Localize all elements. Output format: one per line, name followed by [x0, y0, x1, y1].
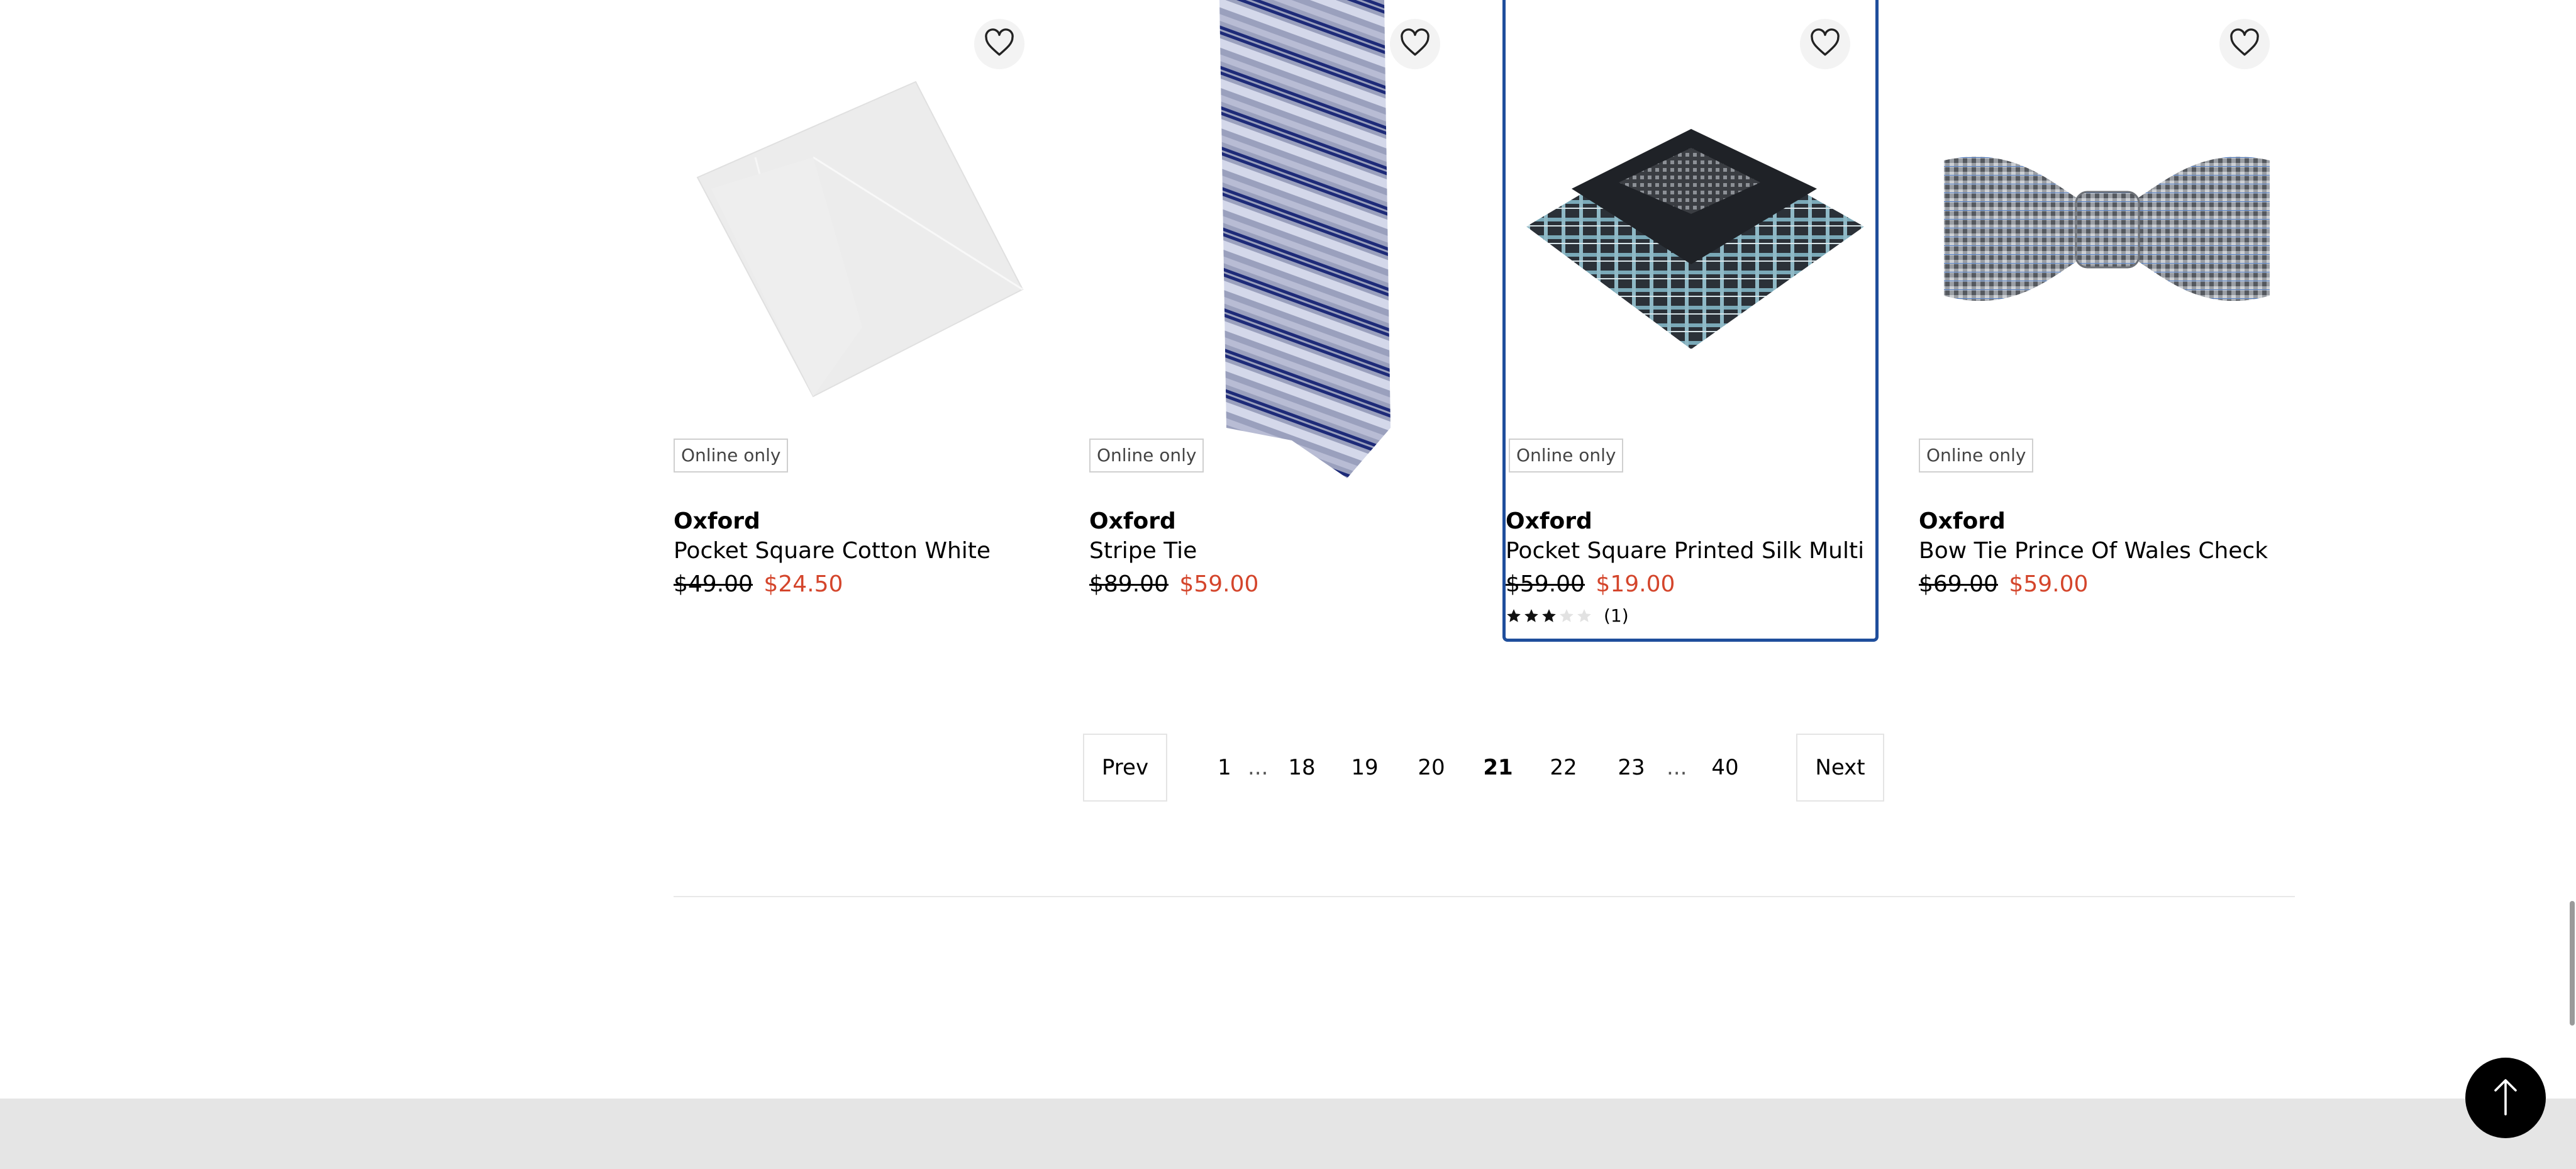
page-link[interactable]: 22 — [1545, 734, 1582, 802]
star-filled-icon — [1542, 608, 1556, 622]
product-grid: Online only Oxford Pocket Square Cotton … — [674, 0, 2295, 642]
product-card[interactable]: Online only Oxford Bow Tie Prince Of Wal… — [1919, 0, 2295, 642]
star-filled-icon — [1524, 608, 1538, 622]
next-page-button[interactable]: Next — [1796, 734, 1884, 802]
product-image-pocket-square-silk[interactable] — [1502, 0, 1879, 478]
page-link[interactable]: 18 — [1283, 734, 1321, 802]
product-card[interactable]: Online only Oxford Stripe Tie $89.00 $59… — [1089, 0, 1465, 642]
product-card[interactable]: Online only Oxford Pocket Square Cotton … — [674, 0, 1050, 642]
prev-page-button[interactable]: Prev — [1083, 734, 1167, 802]
pagination-ellipsis: ... — [1248, 755, 1269, 780]
sale-price: $24.50 — [763, 571, 843, 597]
section-divider — [674, 896, 2295, 897]
original-price: $49.00 — [674, 571, 753, 597]
arrow-up-icon — [2492, 1077, 2519, 1119]
heart-outline-icon — [1399, 28, 1431, 60]
product-prices: $59.00 $19.00 — [1506, 571, 1675, 597]
original-price: $89.00 — [1089, 571, 1169, 597]
star-filled-icon — [1507, 608, 1521, 622]
product-name[interactable]: Pocket Square Printed Silk Multi — [1506, 538, 1864, 564]
original-price: $69.00 — [1919, 571, 1998, 597]
product-prices: $69.00 $59.00 — [1919, 571, 2088, 597]
online-only-badge: Online only — [674, 439, 789, 473]
favorite-button[interactable] — [1390, 19, 1440, 69]
heart-outline-icon — [1809, 28, 1841, 60]
back-to-top-button[interactable] — [2465, 1058, 2546, 1138]
page-link[interactable]: 40 — [1703, 734, 1747, 802]
product-prices: $89.00 $59.00 — [1089, 571, 1258, 597]
favorite-button[interactable] — [1800, 19, 1850, 69]
product-prices: $49.00 $24.50 — [674, 571, 843, 597]
original-price: $59.00 — [1506, 571, 1585, 597]
star-empty-icon — [1560, 608, 1574, 622]
online-only-badge: Online only — [1089, 439, 1204, 473]
product-card-selected[interactable]: Online only Oxford Pocket Square Printed… — [1502, 0, 1879, 642]
product-image-pocket-square-white[interactable] — [674, 0, 1050, 478]
page-link-current[interactable]: 21 — [1479, 734, 1517, 802]
pagination: Prev 1 ... 18 19 20 21 22 23 ... 40 Next — [1083, 734, 1884, 802]
sale-price: $59.00 — [2009, 571, 2089, 597]
sale-price: $59.00 — [1179, 571, 1259, 597]
product-image-stripe-tie[interactable] — [1089, 0, 1465, 478]
page-scrollbar[interactable] — [2567, 901, 2576, 1026]
scrollbar-thumb[interactable] — [2570, 901, 2575, 1026]
review-count: (1) — [1604, 605, 1629, 626]
product-brand: Oxford — [1506, 508, 1592, 534]
page-link[interactable]: 20 — [1413, 734, 1450, 802]
page-link[interactable]: 19 — [1346, 734, 1384, 802]
product-brand: Oxford — [674, 508, 760, 534]
product-brand: Oxford — [1919, 508, 2006, 534]
page-link[interactable]: 23 — [1613, 734, 1650, 802]
product-rating[interactable]: (1) — [1506, 605, 1629, 626]
product-name[interactable]: Stripe Tie — [1089, 538, 1197, 564]
favorite-button[interactable] — [974, 19, 1024, 69]
star-empty-icon — [1577, 608, 1591, 622]
rating-stars — [1506, 608, 1592, 624]
product-brand: Oxford — [1089, 508, 1176, 534]
favorite-button[interactable] — [2219, 19, 2270, 69]
online-only-badge: Online only — [1509, 439, 1624, 473]
footer — [0, 1099, 2576, 1169]
product-image-bow-tie[interactable] — [1919, 0, 2295, 478]
heart-outline-icon — [2228, 28, 2261, 60]
page-link[interactable]: 1 — [1209, 734, 1240, 802]
product-name[interactable]: Bow Tie Prince Of Wales Check — [1919, 538, 2268, 564]
pagination-ellipsis: ... — [1667, 755, 1687, 780]
heart-outline-icon — [983, 28, 1016, 60]
online-only-badge: Online only — [1919, 439, 2034, 473]
sale-price: $19.00 — [1596, 571, 1675, 597]
product-name[interactable]: Pocket Square Cotton White — [674, 538, 991, 564]
